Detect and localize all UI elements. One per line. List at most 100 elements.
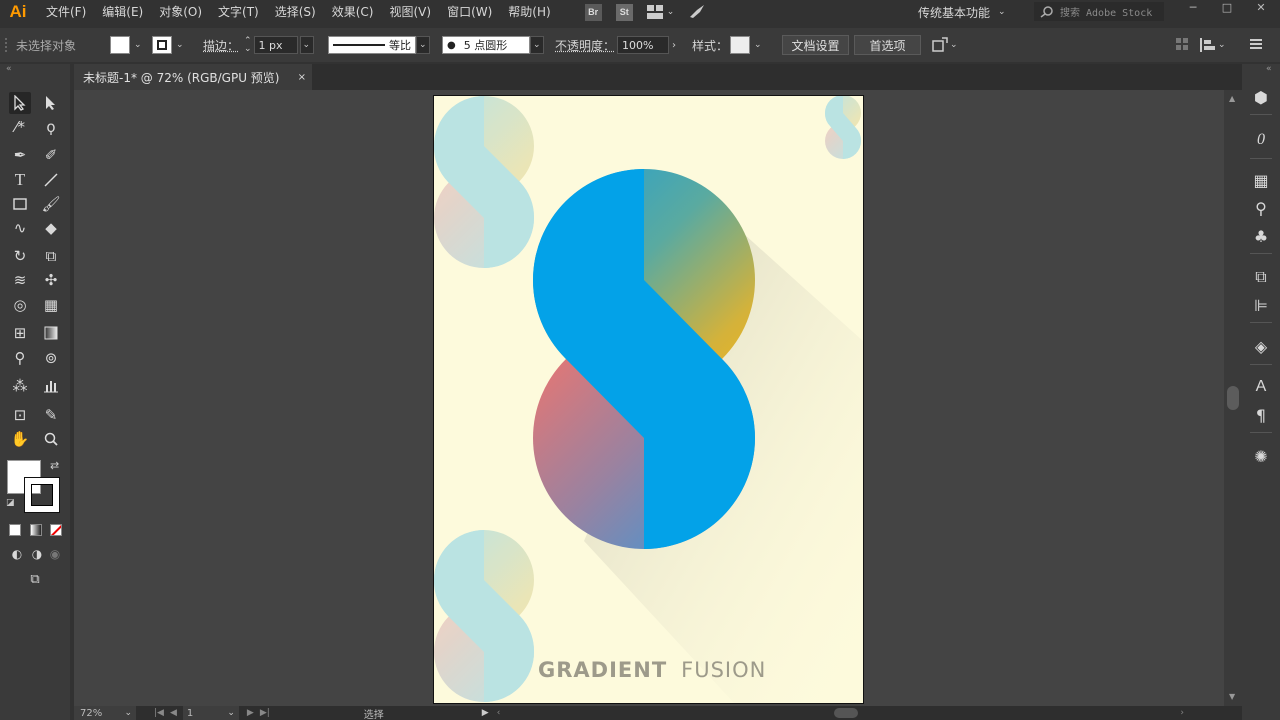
character-icon[interactable]: A [1250, 376, 1272, 398]
perspective-grid-tool-icon[interactable]: ▦ [40, 294, 62, 316]
minimize-button[interactable]: ─ [1176, 0, 1210, 14]
brushes-icon[interactable]: ⚲ [1250, 197, 1272, 219]
properties-icon[interactable]: 0 [1250, 129, 1272, 151]
profile-dropdown[interactable]: ⌄ [416, 36, 430, 54]
workspace-switcher[interactable]: 传统基本功能 ⌄ [918, 0, 1006, 24]
arrange-documents-icon[interactable]: ⌄ [646, 5, 674, 19]
align-panel-icon[interactable]: ⊫ [1250, 294, 1272, 316]
eraser-tool-icon[interactable]: ◆ [40, 217, 62, 239]
appearance-icon[interactable]: ✺ [1250, 445, 1272, 467]
mesh-tool-icon[interactable]: ⊞ [9, 322, 31, 344]
artboard[interactable]: GRADIENT FUSION [433, 95, 864, 704]
fill-swatch[interactable] [110, 36, 130, 54]
graphic-style-control[interactable]: ⌄ [730, 36, 762, 54]
stock-search-field[interactable]: 搜索 Adobe Stock [1034, 2, 1164, 21]
stroke-weight-dropdown[interactable]: ⌄ [299, 36, 314, 54]
libraries-icon[interactable]: ⬢ [1250, 86, 1272, 108]
artwork[interactable]: GRADIENT FUSION [434, 96, 863, 703]
panel-menu-icon[interactable] [1250, 39, 1262, 49]
shaper-tool-icon[interactable]: ∿ [9, 217, 31, 239]
previous-artboard-icon[interactable]: ◀ [170, 708, 177, 718]
gradient-mode-icon[interactable] [30, 524, 42, 536]
scroll-left-icon[interactable]: ‹ [497, 708, 501, 718]
last-artboard-icon[interactable]: ▶| [260, 708, 270, 718]
canvas-area[interactable]: GRADIENT FUSION [74, 90, 1224, 706]
screen-mode-icon[interactable]: ⧉ [24, 568, 46, 590]
opacity-input[interactable]: 100% [617, 36, 669, 54]
curvature-tool-icon[interactable]: ✐ [40, 144, 62, 166]
eyedropper-tool-icon[interactable]: ⚲ [9, 347, 31, 369]
collapse-panel-icon[interactable]: « [6, 64, 12, 74]
close-tab-icon[interactable]: × [298, 72, 306, 83]
none-mode-icon[interactable] [50, 524, 62, 536]
next-artboard-icon[interactable]: ▶ [247, 708, 254, 718]
symbols-icon[interactable]: ♣ [1250, 225, 1272, 247]
artboard-tool-icon[interactable]: ⊡ [9, 404, 31, 426]
zoom-tool-icon[interactable] [40, 428, 62, 450]
shape-builder-tool-icon[interactable]: ◎ [9, 294, 31, 316]
pen-tool-icon[interactable]: ✒ [9, 144, 31, 166]
menu-edit[interactable]: 编辑(E) [94, 0, 151, 24]
rotate-tool-icon[interactable]: ↻ [9, 245, 31, 267]
color-mode-icon[interactable] [9, 524, 21, 536]
align-icon[interactable] [1200, 38, 1216, 52]
stock-button[interactable]: St [615, 3, 633, 21]
direct-selection-tool-icon[interactable] [40, 92, 62, 114]
menu-type[interactable]: 文字(T) [210, 0, 267, 24]
first-artboard-icon[interactable]: |◀ [154, 708, 164, 718]
scroll-up-icon[interactable]: ▲ [1229, 94, 1235, 103]
menu-file[interactable]: 文件(F) [38, 0, 94, 24]
close-window-button[interactable]: ✕ [1244, 0, 1278, 14]
layers-icon[interactable]: ◈ [1250, 335, 1272, 357]
fill-control[interactable]: ⌄ [110, 36, 142, 54]
panel-grip-icon[interactable] [5, 38, 8, 52]
artboard-number-field[interactable]: 1 ⌄ [182, 706, 239, 720]
menu-effect[interactable]: 效果(C) [324, 0, 382, 24]
gpu-performance-icon[interactable] [688, 3, 706, 22]
lasso-tool-icon[interactable]: ϙ [40, 116, 62, 138]
chevron-down-icon[interactable]: ⌄ [1218, 40, 1226, 50]
slice-tool-icon[interactable]: ✎ [40, 404, 62, 426]
puppet-warp-tool-icon[interactable]: ✣ [40, 269, 62, 291]
scroll-thumb[interactable] [1227, 386, 1239, 410]
menu-select[interactable]: 选择(S) [267, 0, 324, 24]
stroke-control[interactable]: ⌄ [152, 36, 184, 54]
paragraph-icon[interactable]: ¶ [1250, 404, 1272, 426]
chevron-right-icon[interactable]: › [672, 40, 676, 51]
paintbrush-tool-icon[interactable]: 🖌 [40, 193, 62, 215]
swatches-icon[interactable]: ▦ [1250, 169, 1272, 191]
blend-tool-icon[interactable]: ⊚ [40, 347, 62, 369]
brush-definition[interactable]: ● 5 点圆形 ⌄ [442, 36, 544, 54]
draw-normal-icon[interactable]: ◐ [6, 543, 28, 565]
hand-tool-icon[interactable]: ✋ [9, 428, 31, 450]
type-tool-icon[interactable]: T [9, 169, 31, 191]
menu-object[interactable]: 对象(O) [151, 0, 210, 24]
opacity-label[interactable]: 不透明度： [555, 37, 615, 54]
gradient-tool-icon[interactable] [40, 322, 62, 344]
status-menu-icon[interactable]: ▶ [482, 708, 489, 718]
expand-panels-icon[interactable]: « [1266, 64, 1272, 74]
scale-tool-icon[interactable]: ⧉ [40, 245, 62, 267]
magic-wand-tool-icon[interactable]: ⁄* [9, 116, 31, 138]
column-graph-tool-icon[interactable] [40, 375, 62, 397]
draw-inside-icon[interactable]: ◉ [44, 543, 66, 565]
horizontal-scroll-thumb[interactable] [834, 708, 859, 718]
symbol-sprayer-tool-icon[interactable]: ⁂ [9, 375, 31, 397]
swap-colors-icon[interactable]: ⇄ [50, 459, 59, 472]
bridge-button[interactable]: Br [584, 3, 602, 21]
grid-icon[interactable] [1176, 38, 1188, 50]
vertical-scrollbar[interactable]: ▲ ▼ [1224, 90, 1242, 706]
stepper-icon[interactable]: ⌃ ⌄ [244, 37, 252, 54]
document-tab[interactable]: 未标题-1* @ 72% (RGB/GPU 预览) × [74, 64, 312, 90]
style-swatch[interactable] [730, 36, 750, 54]
menu-view[interactable]: 视图(V) [381, 0, 439, 24]
menu-help[interactable]: 帮助(H) [500, 0, 558, 24]
default-colors-icon[interactable]: ◪ [6, 498, 15, 508]
arrange-icon[interactable]: ⌄ [932, 37, 958, 53]
stroke-weight-input[interactable]: 1 px [253, 36, 298, 54]
zoom-level-field[interactable]: 72% ⌄ [74, 706, 136, 720]
variable-width-profile[interactable]: 等比 ⌄ [328, 36, 430, 54]
stroke-weight-control[interactable]: ⌃ ⌄ 1 px ⌄ [244, 36, 314, 54]
transform-icon[interactable]: ⧉ [1250, 266, 1272, 288]
stroke-swatch-icon[interactable] [152, 36, 172, 54]
